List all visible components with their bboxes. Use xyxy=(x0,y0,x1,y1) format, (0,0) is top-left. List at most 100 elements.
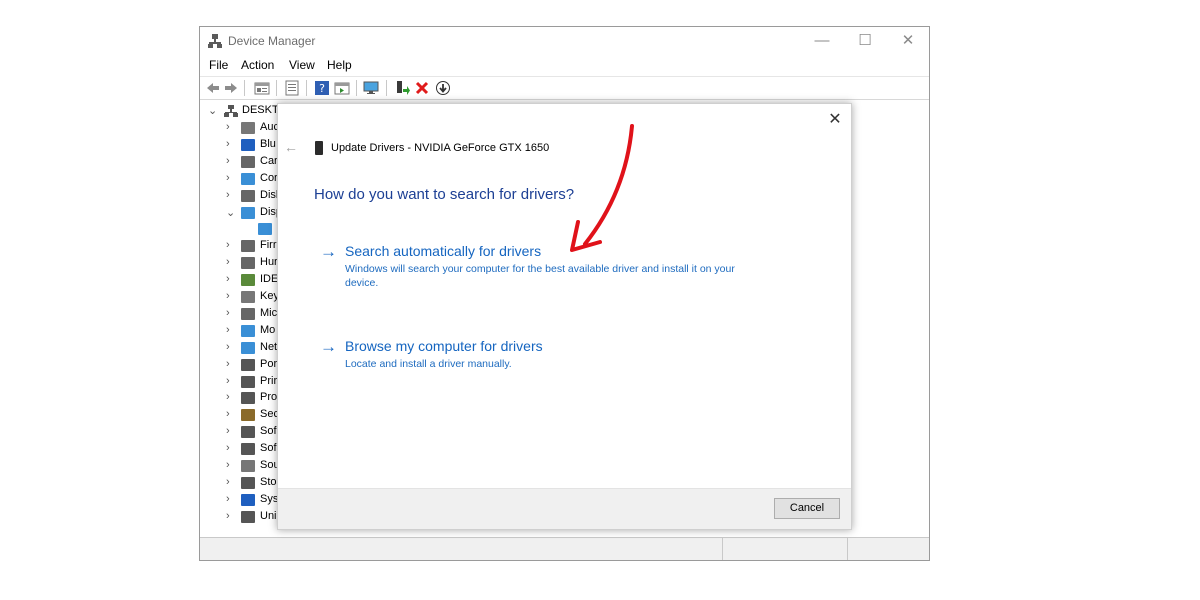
maximize-button[interactable]: ☐ xyxy=(845,29,885,53)
device-category-icon xyxy=(241,493,255,506)
chevron-right-icon[interactable]: › xyxy=(226,510,230,522)
tree-item-label: Net xyxy=(260,340,278,353)
tree-item[interactable]: › Por xyxy=(200,357,280,374)
properties-icon[interactable] xyxy=(254,80,270,96)
tree-item[interactable]: › Sof xyxy=(200,441,280,458)
menu-bar: File Action View Help xyxy=(200,55,929,75)
chevron-right-icon[interactable]: › xyxy=(226,442,230,454)
tree-item[interactable]: › Sto xyxy=(200,475,280,492)
option-description: Windows will search your computer for th… xyxy=(345,263,735,289)
tree-item[interactable] xyxy=(200,221,280,238)
chevron-right-icon[interactable]: › xyxy=(226,290,230,302)
tree-item-label: IDE xyxy=(260,273,279,286)
console-tree-icon[interactable] xyxy=(284,80,300,96)
device-category-icon xyxy=(241,375,255,388)
chevron-right-icon[interactable]: › xyxy=(226,155,230,167)
option-title[interactable]: Browse my computer for drivers xyxy=(345,338,543,354)
disable-device-icon[interactable] xyxy=(435,80,451,96)
tree-root[interactable]: ⌄ DESKTC xyxy=(200,103,280,120)
browse-computer-option[interactable]: → Browse my computer for drivers Locate … xyxy=(314,338,754,374)
tree-item[interactable]: › Sec xyxy=(200,407,280,424)
chevron-down-icon[interactable]: ⌄ xyxy=(208,104,217,117)
tree-item[interactable]: › Sof xyxy=(200,424,280,441)
cancel-button[interactable]: Cancel xyxy=(774,498,840,519)
search-automatically-option[interactable]: → Search automatically for drivers Windo… xyxy=(314,243,754,293)
uninstall-x-icon[interactable] xyxy=(414,80,430,96)
chevron-right-icon[interactable]: › xyxy=(226,459,230,471)
tree-item[interactable]: › Disl xyxy=(200,188,280,205)
tree-item[interactable]: › Mic xyxy=(200,306,280,323)
tree-item-label: Por xyxy=(260,357,278,370)
tree-item[interactable]: ⌄ Disp xyxy=(200,205,280,222)
chevron-right-icon[interactable]: › xyxy=(226,256,230,268)
chevron-right-icon[interactable]: › xyxy=(226,138,230,150)
chevron-right-icon[interactable]: › xyxy=(226,408,230,420)
tree-item[interactable]: › Cor xyxy=(200,171,280,188)
tree-item[interactable]: › Net xyxy=(200,340,280,357)
tree-item[interactable]: › Auc xyxy=(200,120,280,137)
back-arrow-icon[interactable] xyxy=(205,80,221,96)
chevron-right-icon[interactable]: › xyxy=(226,341,230,353)
toolbar-separator xyxy=(306,80,307,96)
help-icon[interactable]: ? xyxy=(314,80,330,96)
status-divider xyxy=(722,538,723,560)
chevron-right-icon[interactable]: › xyxy=(226,493,230,505)
action-pane-icon[interactable] xyxy=(334,80,350,96)
chevron-right-icon[interactable]: › xyxy=(226,476,230,488)
tree-item[interactable]: › Car xyxy=(200,154,280,171)
toolbar-separator xyxy=(244,80,245,96)
tree-item[interactable]: › Hur xyxy=(200,255,280,272)
device-category-icon xyxy=(241,122,255,134)
tree-item-label: Cor xyxy=(260,171,278,184)
chevron-right-icon[interactable]: › xyxy=(226,375,230,387)
menu-action[interactable]: Action xyxy=(241,58,274,72)
device-category-icon xyxy=(241,240,255,253)
tree-item-label: Prir xyxy=(260,374,278,387)
chevron-right-icon[interactable]: › xyxy=(226,358,230,370)
chevron-right-icon[interactable]: › xyxy=(226,121,230,133)
dialog-close-button[interactable]: ✕ xyxy=(825,110,845,130)
chevron-right-icon[interactable]: › xyxy=(226,189,230,201)
toolbar-separator xyxy=(356,80,357,96)
menu-help[interactable]: Help xyxy=(327,58,352,72)
chevron-right-icon[interactable]: › xyxy=(226,391,230,403)
tree-item-label: Sof xyxy=(260,442,277,455)
chevron-right-icon[interactable]: › xyxy=(226,425,230,437)
device-category-icon xyxy=(241,392,255,405)
option-title[interactable]: Search automatically for drivers xyxy=(345,243,541,259)
tree-item[interactable]: › Sou xyxy=(200,458,280,475)
chevron-down-icon[interactable]: ⌄ xyxy=(226,206,235,219)
tree-item-label: Mic xyxy=(260,306,278,319)
tree-item[interactable]: › Firr xyxy=(200,238,280,255)
chevron-right-icon[interactable]: › xyxy=(226,324,230,336)
tree-item[interactable]: › IDE xyxy=(200,272,280,289)
window-title: Device Manager xyxy=(228,34,316,48)
tree-item-label: Uni xyxy=(260,509,277,522)
minimize-button[interactable]: — xyxy=(802,29,842,53)
computer-tree-icon xyxy=(224,105,238,117)
tree-item[interactable]: › Prir xyxy=(200,374,280,391)
tree-item[interactable]: › Key xyxy=(200,289,280,306)
tree-item[interactable]: › Pro xyxy=(200,390,280,407)
menu-view[interactable]: View xyxy=(289,58,315,72)
device-category-icon xyxy=(241,476,255,489)
dialog-back-button[interactable]: ← xyxy=(284,139,298,155)
chevron-right-icon[interactable]: › xyxy=(226,273,230,285)
tree-item[interactable]: › Uni xyxy=(200,509,280,526)
tree-item-label: Mo xyxy=(260,323,276,336)
menu-file[interactable]: File xyxy=(209,58,228,72)
tree-item[interactable]: › Mo xyxy=(200,323,280,340)
update-driver-icon[interactable] xyxy=(394,80,410,96)
tree-root-label: DESKTC xyxy=(242,104,280,116)
chevron-right-icon[interactable]: › xyxy=(226,172,230,184)
chevron-right-icon[interactable]: › xyxy=(226,307,230,319)
tree-item[interactable]: › Sys xyxy=(200,492,280,509)
device-category-icon xyxy=(241,138,255,151)
title-bar[interactable]: Device Manager — ☐ ✕ xyxy=(200,27,929,55)
tree-item-label: Sys xyxy=(260,492,279,505)
chevron-right-icon[interactable]: › xyxy=(226,239,230,251)
forward-arrow-icon[interactable] xyxy=(223,80,239,96)
tree-item[interactable]: › Blu xyxy=(200,137,280,154)
scan-monitor-icon[interactable] xyxy=(363,80,379,96)
close-button[interactable]: ✕ xyxy=(888,29,928,53)
